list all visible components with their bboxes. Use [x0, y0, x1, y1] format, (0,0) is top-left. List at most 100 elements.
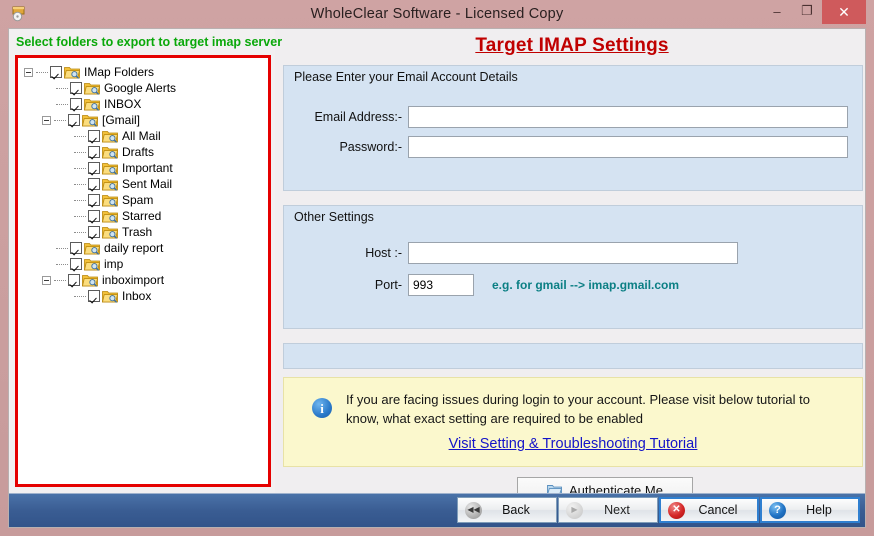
tree-item-label: [Gmail]	[102, 114, 140, 127]
rewind-icon: ◀◀	[465, 502, 482, 519]
tree-item-checkbox[interactable]	[50, 66, 62, 78]
maximize-button[interactable]: ❐	[792, 0, 822, 22]
info-icon: i	[312, 398, 332, 418]
tree-item-checkbox[interactable]	[88, 194, 100, 206]
minimize-button[interactable]: –	[762, 0, 792, 22]
tree-item-label: IMap Folders	[84, 66, 154, 79]
tree-item-imap-folders[interactable]: IMap Folders	[24, 64, 268, 80]
port-label: Port-	[294, 278, 402, 292]
tree-connector	[74, 136, 86, 137]
folder-search-icon	[102, 178, 118, 191]
tree-item-checkbox[interactable]	[70, 98, 82, 110]
folder-search-icon	[102, 226, 118, 239]
tree-item-checkbox[interactable]	[70, 242, 82, 254]
tree-item-gmail[interactable]: [Gmail]	[24, 112, 268, 128]
port-hint-text: e.g. for gmail --> imap.gmail.com	[492, 278, 679, 292]
tree-item-trash[interactable]: Trash	[24, 224, 268, 240]
tree-item-label: inboximport	[102, 274, 164, 287]
window-title: WholeClear Software - Licensed Copy	[8, 6, 866, 22]
tree-connector	[74, 232, 86, 233]
tutorial-link[interactable]: Visit Setting & Troubleshooting Tutorial	[284, 436, 862, 452]
tree-item-inbox[interactable]: Inbox	[24, 288, 268, 304]
tree-item-starred[interactable]: Starred	[24, 208, 268, 224]
tree-connector	[56, 104, 68, 105]
folder-search-icon	[84, 242, 100, 255]
folder-tree-box[interactable]: IMap Folders Google Alerts INBOX [Gmail] All…	[15, 55, 271, 487]
tree-item-checkbox[interactable]	[70, 82, 82, 94]
folder-panel-header: Select folders to export to target imap …	[16, 35, 282, 49]
port-input[interactable]	[408, 274, 474, 296]
tree-item-google-alerts[interactable]: Google Alerts	[24, 80, 268, 96]
tree-connector	[74, 216, 86, 217]
window-controls: – ❐ ✕	[762, 0, 866, 24]
host-input[interactable]	[408, 242, 738, 264]
tree-item-checkbox[interactable]	[88, 178, 100, 190]
folder-tree[interactable]: IMap Folders Google Alerts INBOX [Gmail] All…	[18, 58, 268, 304]
tree-expander-collapse-icon[interactable]	[42, 276, 51, 285]
tree-item-label: imp	[104, 258, 123, 271]
tree-item-label: INBOX	[104, 98, 141, 111]
tree-item-checkbox[interactable]	[88, 130, 100, 142]
login-help-note: i If you are facing issues during login …	[283, 377, 863, 467]
tree-item-all-mail[interactable]: All Mail	[24, 128, 268, 144]
tree-item-daily-report[interactable]: daily report	[24, 240, 268, 256]
bottom-bar: ◀◀Back▶Next✕Cancel?Help	[9, 493, 866, 527]
folder-search-icon	[102, 290, 118, 303]
tree-item-label: All Mail	[122, 130, 161, 143]
close-button[interactable]: ✕	[822, 0, 866, 24]
tree-item-checkbox[interactable]	[88, 290, 100, 302]
tree-item-inboximport[interactable]: inboximport	[24, 272, 268, 288]
tree-item-sent-mail[interactable]: Sent Mail	[24, 176, 268, 192]
tree-item-checkbox[interactable]	[68, 274, 80, 286]
tree-item-checkbox[interactable]	[88, 146, 100, 158]
tree-item-checkbox[interactable]	[88, 210, 100, 222]
tree-connector	[74, 184, 86, 185]
email-row: Email Address:-	[294, 106, 848, 128]
back-button[interactable]: ◀◀Back	[457, 497, 557, 523]
tree-item-checkbox[interactable]	[70, 258, 82, 270]
folder-selection-panel: Select folders to export to target imap …	[9, 29, 275, 495]
tree-connector	[74, 200, 86, 201]
other-settings-group: Other Settings Host :- Port- e.g. for gm…	[283, 205, 863, 329]
folder-search-icon	[84, 258, 100, 271]
host-label: Host :-	[294, 246, 402, 260]
tree-item-inbox[interactable]: INBOX	[24, 96, 268, 112]
tree-connector	[74, 296, 86, 297]
port-row: Port- e.g. for gmail --> imap.gmail.com	[294, 274, 679, 296]
tree-item-spam[interactable]: Spam	[24, 192, 268, 208]
tree-item-important[interactable]: Important	[24, 160, 268, 176]
email-label: Email Address:-	[294, 110, 402, 124]
folder-search-icon	[84, 98, 100, 111]
tree-item-label: Starred	[122, 210, 161, 223]
password-label: Password:-	[294, 140, 402, 154]
tree-item-label: Google Alerts	[104, 82, 176, 95]
next-button[interactable]: ▶Next	[558, 497, 658, 523]
cancel-icon: ✕	[668, 502, 685, 519]
tree-connector	[56, 264, 68, 265]
folder-search-icon	[64, 66, 80, 79]
folder-search-icon	[102, 194, 118, 207]
tree-item-drafts[interactable]: Drafts	[24, 144, 268, 160]
tree-item-label: Important	[122, 162, 173, 175]
folder-search-icon	[102, 162, 118, 175]
host-row: Host :-	[294, 242, 738, 264]
tree-connector	[56, 248, 68, 249]
tree-item-checkbox[interactable]	[68, 114, 80, 126]
status-strip	[283, 343, 863, 369]
tree-item-checkbox[interactable]	[88, 162, 100, 174]
tree-item-imp[interactable]: imp	[24, 256, 268, 272]
title-bar: WholeClear Software - Licensed Copy – ❐ …	[8, 0, 866, 28]
folder-search-icon	[84, 82, 100, 95]
navigation-buttons: ◀◀Back▶Next✕Cancel?Help	[457, 497, 861, 523]
cancel-button[interactable]: ✕Cancel	[659, 497, 759, 523]
email-input[interactable]	[408, 106, 848, 128]
tree-expander-collapse-icon[interactable]	[24, 68, 33, 77]
folder-search-icon	[82, 274, 98, 287]
help-button[interactable]: ?Help	[760, 497, 860, 523]
password-input[interactable]	[408, 136, 848, 158]
tree-connector	[36, 72, 48, 73]
back-button-label: Back	[482, 503, 556, 517]
tree-expander-collapse-icon[interactable]	[42, 116, 51, 125]
account-group-title: Please Enter your Email Account Details	[294, 70, 518, 84]
tree-item-checkbox[interactable]	[88, 226, 100, 238]
